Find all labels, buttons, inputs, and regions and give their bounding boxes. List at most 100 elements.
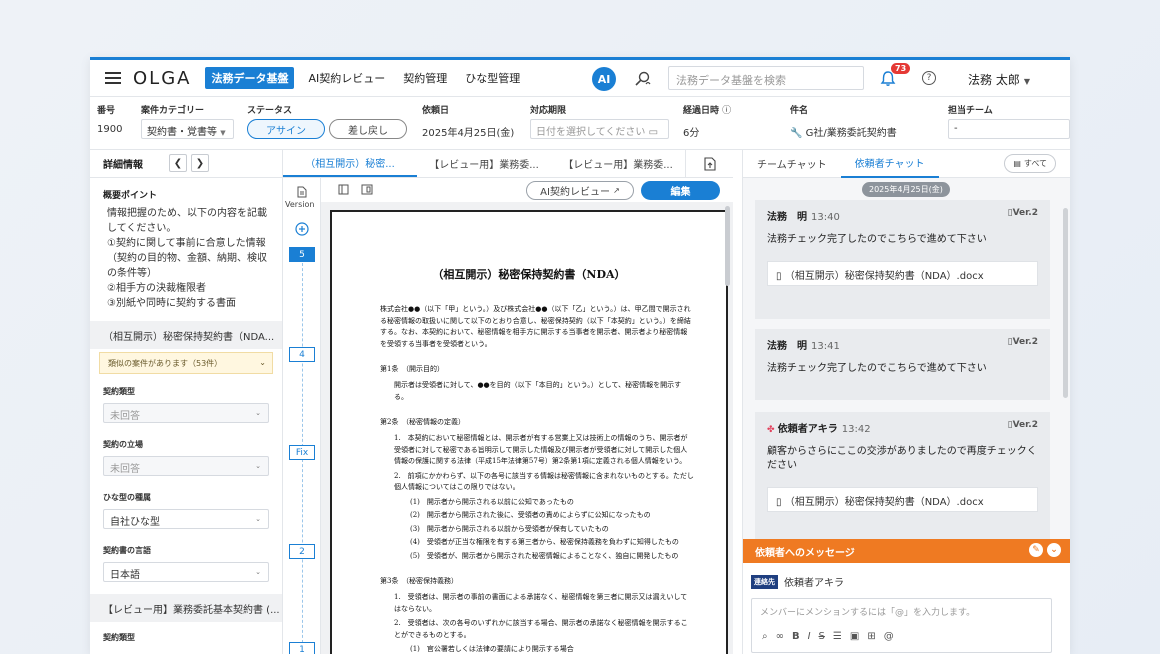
similar-cases-notice[interactable]: 類似の案件があります（53件） ⌄ — [99, 352, 273, 374]
chat-message: 法務 明 13:40 ▯Ver.2 法務チェック完了したのでこちらで進めて下さい ▯… — [755, 200, 1050, 319]
prev-button[interactable]: ❮ — [169, 154, 187, 172]
message-input[interactable]: メンバーにメンションするには「@」を入力します。 ⌕ ∞ B I S ☰ ▣ ⊞… — [751, 598, 1052, 653]
ai-contract-review-button[interactable]: AI契約レビュー ↗ — [526, 181, 634, 200]
sender-name: 依頼者アキラ — [777, 424, 838, 435]
help-icon[interactable]: ? — [922, 71, 936, 85]
bold-icon[interactable]: B — [792, 631, 800, 642]
next-button[interactable]: ❯ — [191, 154, 209, 172]
message-placeholder: メンバーにメンションするには「@」を入力します。 — [760, 608, 976, 618]
tab-document-2[interactable]: 【レビュー用】業務委... — [417, 150, 551, 177]
add-version-icon[interactable] — [295, 222, 309, 236]
split-view-icon[interactable] — [361, 184, 373, 195]
number-label: 番号 — [97, 106, 116, 116]
field-contract-position: 契約の立場 未回答 ⌄ — [90, 435, 282, 476]
version-2[interactable]: 2 — [289, 544, 315, 559]
document-viewer: （相互開示）秘密保持契約書（NDA） 株式会社●●（以下「甲」という。）及び株式… — [321, 202, 733, 654]
nav-ai-review[interactable]: AI契約レビュー — [308, 70, 385, 86]
user-menu[interactable]: 法務 太郎 ▼ — [968, 71, 1030, 88]
request-date-label: 依頼日 — [422, 106, 450, 116]
field-template-type: ひな型の種属 自社ひな型 ⌄ — [90, 488, 282, 529]
attach-icon[interactable]: ⌕ — [762, 631, 768, 642]
document-item[interactable]: （相互開示）秘密保持契約書（NDA... — [90, 321, 282, 349]
team-select[interactable]: - — [948, 119, 1070, 139]
field-contract-type: 契約類型 未回答 ⌄ — [90, 382, 282, 423]
image-icon[interactable]: ▣ — [850, 631, 859, 642]
field-label: 契約の立場 — [103, 440, 143, 449]
chat-scrollbar[interactable] — [1063, 208, 1068, 398]
subject-link[interactable]: 🔧 G社/業務委託契約書 — [790, 124, 897, 139]
single-page-view-icon[interactable] — [338, 184, 349, 195]
recipient-row: 連絡先 依頼者アキラ — [751, 574, 844, 589]
ai-assistant-button[interactable]: AI — [592, 67, 616, 91]
field-label: 契約類型 — [103, 387, 135, 396]
search-person-icon[interactable] — [634, 70, 652, 88]
top-bar: OLGA 法務データ基盤 AI契約レビュー 契約管理 ひな型管理 AI 法務デー… — [90, 60, 1070, 97]
chat-messages: 2025年4月25日(金) 法務 明 13:40 ▯Ver.2 法務チェック完了した… — [743, 178, 1070, 539]
upload-document-button[interactable] — [685, 150, 733, 177]
version-4[interactable]: 4 — [289, 347, 315, 362]
category-value: 契約書・覚書等 — [147, 127, 217, 138]
edit-icon[interactable]: ✎ — [1029, 543, 1043, 557]
team-label: 担当チーム — [948, 106, 993, 116]
version-tag: ▯Ver.2 — [1007, 420, 1038, 430]
clause-item: (3) 開示者から開示される以前から受領者が保有していたもの — [410, 524, 609, 533]
contract-type-select[interactable]: 未回答 ⌄ — [103, 403, 269, 423]
chevron-down-icon: ▼ — [220, 129, 226, 137]
case-number: 1900 — [97, 124, 123, 135]
tab-document-3[interactable]: 【レビュー用】業務委... — [551, 150, 685, 177]
file-icon: ▯ — [776, 271, 782, 282]
chevron-down-icon: ▼ — [1023, 77, 1030, 86]
elapsed-time: 6分 — [683, 128, 700, 139]
field-language: 契約書の言語 日本語 ⌄ — [90, 541, 282, 582]
clause-item: (2) 開示者から開示された後に、受領者の責めによらずに公知になったもの — [410, 511, 651, 519]
clause-item: (4) 受領者が正当な権限を有する第三者から、秘密保持義務を負わずに知得したもの — [410, 538, 679, 546]
version-5[interactable]: 5 — [289, 247, 315, 262]
category-select[interactable]: 契約書・覚書等 ▼ — [141, 119, 234, 139]
version-1[interactable]: 1 — [289, 642, 315, 654]
tab-client-chat[interactable]: 依頼者チャット — [840, 150, 939, 178]
show-all-button[interactable]: ▤ すべて — [1004, 154, 1056, 173]
deadline-date-input[interactable]: 日付を選択してください ▭ — [530, 119, 669, 139]
document-scrollbar[interactable] — [725, 206, 730, 286]
elapsed-label: 経過日時 ⓘ — [683, 106, 732, 116]
attachment-file[interactable]: ▯ （相互開示）秘密保持契約書（NDA）.docx — [767, 261, 1038, 286]
overview-section: 概要ポイント 情報把握のため、以下の内容を記載してください。 ①契約に関して事前… — [90, 178, 282, 321]
menu-icon[interactable] — [105, 72, 121, 84]
recipient-name: 依頼者アキラ — [784, 578, 844, 589]
nav-template-management[interactable]: ひな型管理 — [465, 70, 520, 86]
contract-position-select[interactable]: 未回答 ⌄ — [103, 456, 269, 476]
nav-contract-management[interactable]: 契約管理 — [403, 70, 447, 86]
article-heading: 第1条 （開示目的） — [380, 365, 444, 373]
language-select[interactable]: 日本語 ⌄ — [103, 562, 269, 582]
search-input[interactable]: 法務データ基盤を検索 — [668, 66, 864, 90]
show-all-label: すべて — [1023, 159, 1047, 168]
tab-team-chat[interactable]: チームチャット — [743, 150, 841, 178]
calendar-icon: ▭ — [648, 127, 659, 138]
sender-name: 法務 明 — [767, 341, 807, 352]
ai-icon[interactable]: ⊞ — [867, 631, 875, 642]
send-back-button[interactable]: 差し戻し — [329, 119, 407, 139]
clause-item: (1) 官公署若しくは法律の要請により開示する場合 — [410, 645, 574, 653]
strikethrough-icon[interactable]: S — [819, 631, 825, 642]
link-icon[interactable]: ∞ — [776, 631, 784, 642]
nav-legal-data[interactable]: 法務データ基盤 — [205, 67, 295, 89]
version-fix[interactable]: Fix — [289, 445, 315, 460]
user-name: 法務 太郎 — [968, 73, 1020, 87]
document-title: （相互開示）秘密保持契約書（NDA） — [432, 268, 626, 281]
attachment-file[interactable]: ▯ （相互開示）秘密保持契約書（NDA）.docx — [767, 487, 1038, 512]
assign-status-button[interactable]: アサイン — [247, 119, 325, 139]
italic-icon[interactable]: I — [808, 631, 811, 642]
edit-button[interactable]: 編集 — [641, 181, 720, 200]
template-type-select[interactable]: 自社ひな型 ⌄ — [103, 509, 269, 529]
mention-icon[interactable]: @ — [884, 631, 894, 642]
chevron-down-icon: ⌄ — [259, 358, 266, 367]
tab-document-1[interactable]: （相互開示）秘密... — [283, 150, 417, 177]
overview-line: ③別紙や同時に契約する書面 — [107, 298, 236, 309]
recipient-badge: 連絡先 — [751, 574, 778, 589]
chevron-down-icon[interactable]: ⌄ — [1047, 543, 1061, 557]
compose-header[interactable]: 依頼者へのメッセージ ✎ ⌄ — [743, 539, 1070, 563]
document-icon — [297, 186, 307, 198]
document-item[interactable]: 【レビュー用】業務委託基本契約書 (... — [90, 594, 282, 622]
list-icon[interactable]: ☰ — [833, 631, 842, 642]
field-contract-type-2: 契約類型 — [90, 622, 282, 643]
